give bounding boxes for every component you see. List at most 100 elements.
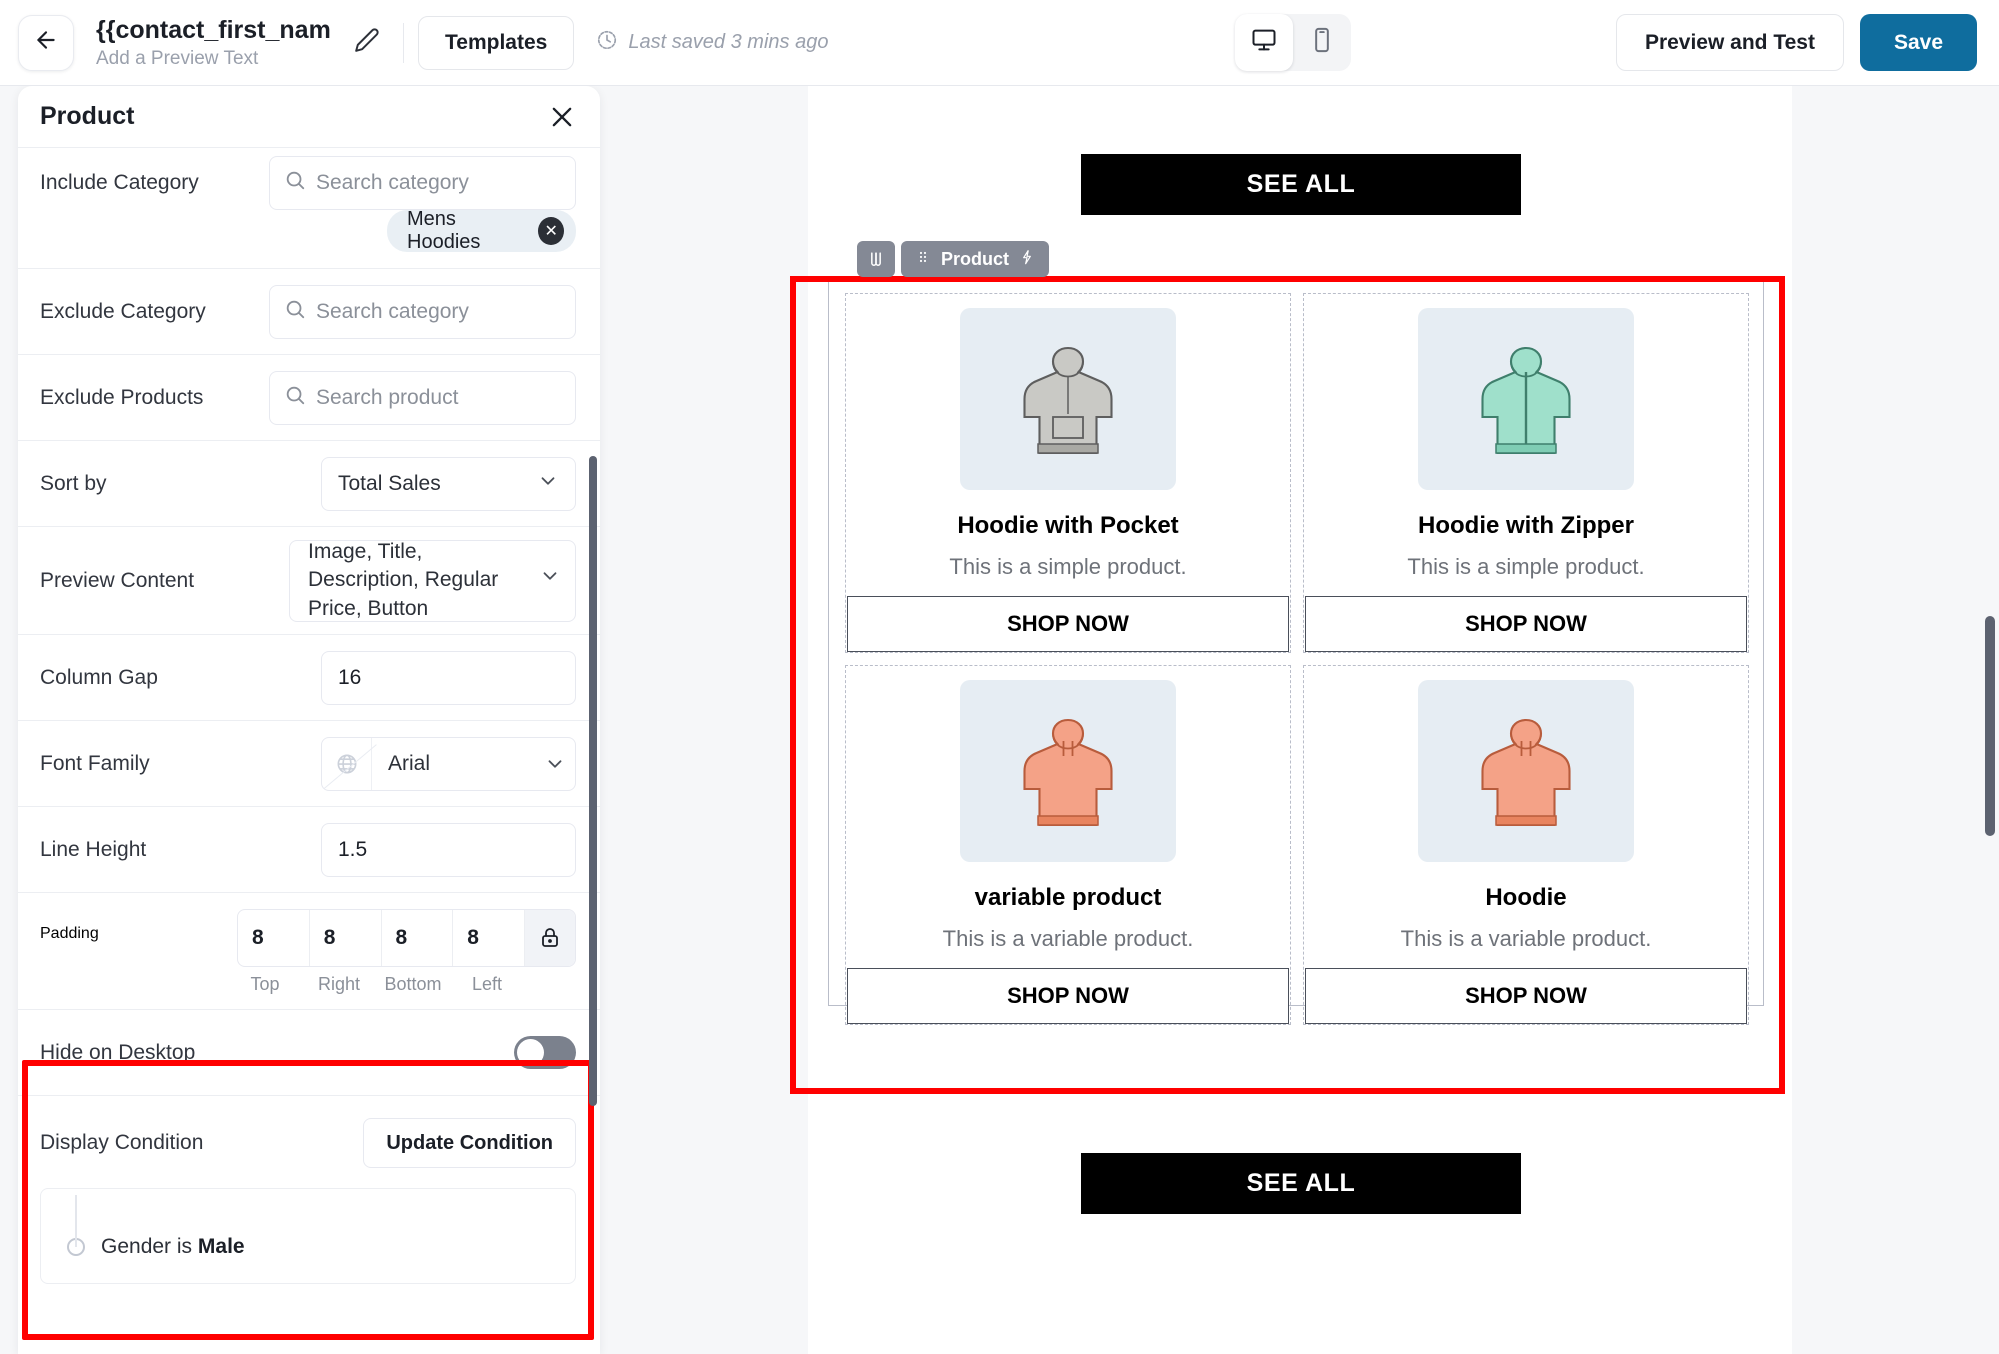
- product-description: This is a variable product.: [1400, 926, 1652, 951]
- header-divider: [403, 22, 404, 63]
- padding-right-input[interactable]: 8: [310, 910, 382, 966]
- product-description: This is a simple product.: [1407, 554, 1645, 579]
- row-line-height: Line Height 1.5: [18, 807, 600, 893]
- block-label-badge[interactable]: Product: [901, 241, 1050, 277]
- padding-top-input[interactable]: 8: [238, 910, 310, 966]
- save-button[interactable]: Save: [1859, 14, 1977, 71]
- hoodie-illustration: [1023, 346, 1113, 455]
- sort-by-value: Total Sales: [338, 471, 441, 495]
- close-icon[interactable]: [548, 103, 576, 131]
- row-preview-content: Preview Content Image, Title, Descriptio…: [18, 527, 600, 635]
- include-category-placeholder: Search category: [316, 171, 469, 194]
- include-category-search-input[interactable]: Search category: [269, 156, 576, 210]
- product-card[interactable]: Hoodie This is a variable product. SHOP …: [1303, 665, 1749, 1025]
- search-icon: [284, 384, 306, 412]
- exclude-category-label: Exclude Category: [40, 299, 206, 323]
- update-condition-button[interactable]: Update Condition: [363, 1118, 576, 1168]
- grip-dots-icon: [915, 248, 931, 271]
- shop-now-button[interactable]: SHOP NOW: [1305, 968, 1747, 1024]
- line-height-input[interactable]: 1.5: [321, 822, 576, 877]
- exclude-products-search-input[interactable]: Search product: [269, 370, 576, 425]
- padding-top-label: Top: [250, 974, 280, 994]
- condition-connector: [75, 1195, 77, 1247]
- row-font-family: Font Family Arial: [18, 721, 600, 807]
- edit-subject-button[interactable]: [345, 21, 389, 65]
- product-settings-panel: Product Include Category Search category: [18, 86, 600, 1354]
- padding-side-labels: Top Right Bottom Left: [228, 974, 576, 995]
- back-button[interactable]: [18, 14, 74, 71]
- shop-now-button[interactable]: SHOP NOW: [1305, 596, 1747, 652]
- desktop-view-button[interactable]: [1235, 14, 1293, 71]
- row-exclude-products: Exclude Products Search product: [18, 355, 600, 441]
- shop-now-button[interactable]: SHOP NOW: [847, 968, 1289, 1024]
- product-image: [1418, 680, 1634, 862]
- editor-canvas: Product Include Category Search category: [0, 86, 1999, 1354]
- product-description: This is a simple product.: [949, 554, 1187, 579]
- header-actions: Preview and Test Save: [1615, 14, 1977, 71]
- padding-right-label: Right: [317, 974, 361, 994]
- hide-on-desktop-toggle[interactable]: [514, 1036, 576, 1069]
- product-image: [960, 680, 1176, 862]
- mobile-icon: [1308, 26, 1336, 59]
- row-hide-on-desktop: Hide on Desktop: [18, 1010, 600, 1096]
- column-gap-input[interactable]: 16: [321, 650, 576, 705]
- globe-icon: [322, 737, 372, 790]
- padding-left-input[interactable]: 8: [453, 910, 525, 966]
- condition-prefix: Gender is: [101, 1235, 198, 1258]
- product-block[interactable]: Product Hoodie with Pocket This is a sim…: [828, 241, 1764, 1025]
- chevron-down-icon: [539, 565, 561, 595]
- condition-value: Male: [197, 1235, 245, 1258]
- padding-label: Padding: [40, 925, 99, 942]
- display-condition-label: Display Condition: [40, 1131, 204, 1154]
- exclude-category-placeholder: Search category: [316, 299, 469, 323]
- exclude-category-search-input[interactable]: Search category: [269, 284, 576, 339]
- panel-title: Product: [40, 102, 135, 130]
- templates-button[interactable]: Templates: [418, 15, 575, 70]
- canvas-scrollbar[interactable]: [1985, 616, 1995, 836]
- padding-bottom-input[interactable]: 8: [382, 910, 454, 966]
- sort-by-select[interactable]: Total Sales: [321, 456, 576, 511]
- row-padding: Padding 8 8 8 8 Top Right Bottom Left: [18, 893, 600, 1010]
- category-chip[interactable]: Mens Hoodies ✕: [387, 208, 576, 253]
- preview-text-label[interactable]: Add a Preview Text: [96, 48, 331, 70]
- padding-bottom-label: Bottom: [384, 974, 442, 994]
- lock-icon[interactable]: [525, 910, 575, 966]
- row-exclude-category: Exclude Category Search category: [18, 269, 600, 355]
- condition-item[interactable]: Gender is Male: [59, 1235, 557, 1259]
- chevron-down-icon: [535, 753, 575, 775]
- row-include-category: Include Category Search category: [18, 148, 600, 210]
- panel-scrollbar[interactable]: [589, 456, 597, 1106]
- product-card[interactable]: Hoodie with Zipper This is a simple prod…: [1303, 293, 1749, 653]
- hoodie-illustration: [1481, 718, 1571, 827]
- see-all-bottom-button[interactable]: SEE ALL: [1081, 1153, 1521, 1214]
- product-card[interactable]: variable product This is a variable prod…: [845, 665, 1291, 1025]
- preview-content-value: Image, Title, Description, Regular Price…: [308, 539, 499, 620]
- mobile-view-button[interactable]: [1293, 14, 1351, 71]
- shop-now-button[interactable]: SHOP NOW: [847, 596, 1289, 652]
- pencil-icon: [354, 27, 380, 58]
- block-toolbar: Product: [857, 241, 1050, 277]
- display-condition-box: Gender is Male: [40, 1188, 576, 1284]
- email-preview: SEE ALL Product Hoodie with Pocket This …: [808, 86, 1792, 1354]
- drag-columns-icon[interactable]: [857, 241, 895, 277]
- product-title: Hoodie with Zipper: [1418, 512, 1634, 539]
- see-all-top-button[interactable]: SEE ALL: [1081, 154, 1521, 215]
- font-family-select[interactable]: Arial: [321, 736, 576, 791]
- device-switcher[interactable]: [1235, 14, 1351, 71]
- padding-inputs[interactable]: 8 8 8 8: [237, 909, 576, 967]
- page-title: {{contact_first_nam…: [96, 15, 331, 44]
- row-sort-by: Sort by Total Sales: [18, 441, 600, 527]
- product-description: This is a variable product.: [942, 926, 1194, 951]
- block-label-text: Product: [941, 248, 1010, 269]
- lightning-icon[interactable]: [1019, 248, 1035, 271]
- close-circle-icon[interactable]: ✕: [538, 217, 564, 245]
- preview-and-test-button[interactable]: Preview and Test: [1615, 14, 1844, 71]
- preview-content-select[interactable]: Image, Title, Description, Regular Price…: [289, 539, 576, 622]
- padding-left-label: Left: [471, 974, 503, 994]
- product-card[interactable]: Hoodie with Pocket This is a simple prod…: [845, 293, 1291, 653]
- product-image: [1418, 308, 1634, 490]
- line-height-label: Line Height: [40, 837, 147, 861]
- product-image: [960, 308, 1176, 490]
- category-chip-label: Mens Hoodies: [407, 208, 481, 253]
- last-saved-text: Last saved 3 mins ago: [628, 31, 829, 53]
